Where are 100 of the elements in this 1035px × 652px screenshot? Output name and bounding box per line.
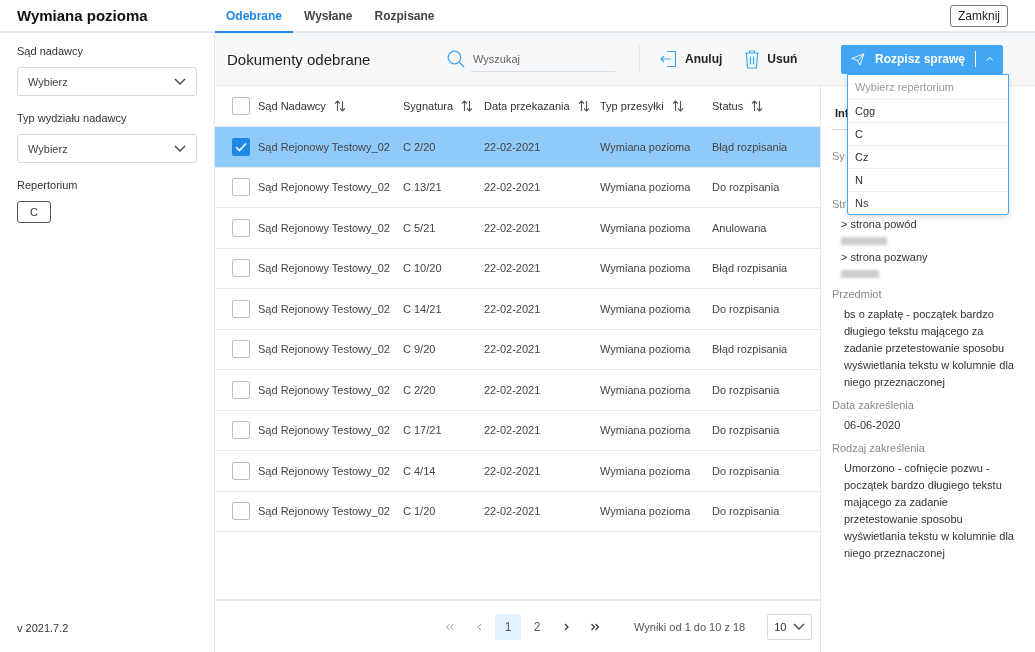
filter-label: Repertorium	[17, 179, 79, 191]
dropdown-option[interactable]: N	[848, 169, 1008, 192]
checkbox[interactable]	[232, 380, 250, 399]
sort-icon[interactable]	[671, 100, 684, 112]
table-cell: Sąd Rejonowy Testowy_02	[258, 343, 390, 356]
exit-icon	[660, 50, 678, 68]
page-title: Dokumenty odebrane	[226, 50, 372, 68]
select-field[interactable]: Wybierz	[17, 134, 197, 163]
table-cell: 22-02-2021	[484, 424, 541, 437]
checkbox[interactable]	[232, 421, 250, 440]
table-cell: 22-02-2021	[484, 383, 541, 396]
sort-icon[interactable]	[577, 100, 590, 112]
table-cell: Do rozpisania	[712, 424, 780, 437]
table-cell: Sąd Rejonowy Testowy_02	[258, 262, 390, 275]
page-size-select[interactable]: 10	[767, 613, 813, 640]
close-button[interactable]: Zamknij	[950, 4, 1008, 27]
field-label: Rodzaj zakreślenia	[832, 442, 925, 454]
table-cell: 22-02-2021	[484, 464, 541, 477]
table-cell: 22-02-2021	[484, 505, 541, 518]
checkbox[interactable]	[232, 218, 250, 237]
redacted-text	[841, 270, 879, 278]
table-cell: Wymiana pozioma	[600, 221, 691, 234]
table-cell: 22-02-2021	[484, 140, 541, 153]
table-cell: Sąd Rejonowy Testowy_02	[258, 505, 390, 518]
filter-label: Sąd nadawcy	[17, 45, 85, 57]
field-label: Sy	[832, 150, 845, 162]
checkbox[interactable]	[232, 502, 250, 521]
checkbox[interactable]	[232, 259, 250, 278]
field-value: Umorzono - cofnięcie pozwu - początek bardzo długiego tekstu mającego za zadanie przetestowanie sposobu wyświetlania tekstu w kolumnie dla niego przeznaczonej	[843, 461, 1015, 561]
checkbox[interactable]	[232, 299, 250, 318]
results-summary: Wyniki od 1 do 10 z 18	[634, 620, 746, 633]
chevron-down-icon	[793, 622, 806, 631]
column-header[interactable]: Typ przesyłki	[600, 100, 664, 112]
column-header[interactable]: Data przekazania	[484, 100, 570, 112]
table-cell: Do rozpisania	[712, 181, 780, 194]
redacted-text	[841, 237, 887, 245]
double-chevron-left-icon	[445, 622, 455, 631]
field-label: Str	[832, 198, 847, 210]
table-cell: Wymiana pozioma	[600, 505, 691, 518]
column-header[interactable]: Sąd Nadawcy	[258, 100, 326, 112]
select-field[interactable]: Wybierz	[17, 67, 197, 96]
table-cell: C 5/21	[403, 221, 436, 234]
page-button[interactable]: 2	[524, 613, 550, 640]
table-cell: Sąd Rejonowy Testowy_02	[258, 181, 390, 194]
cancel-button[interactable]: Anuluj	[660, 50, 723, 68]
tab[interactable]: Rozpisane	[363, 0, 446, 33]
table-cell: Błąd rozpisania	[712, 140, 788, 153]
version-label: v 2021.7.2	[17, 622, 70, 634]
page-button[interactable]: 1	[495, 613, 521, 640]
table-cell: Wymiana pozioma	[600, 424, 691, 437]
table-cell: Wymiana pozioma	[600, 343, 691, 356]
table-cell: Wymiana pozioma	[600, 464, 691, 477]
table-cell: 22-02-2021	[484, 181, 541, 194]
search-field[interactable]: Wyszukaj	[471, 46, 615, 72]
party-entry: > strona pozwany	[840, 250, 928, 265]
field-label: Przedmiot	[832, 288, 882, 300]
checkbox[interactable]	[232, 178, 250, 197]
column-header[interactable]: Status	[712, 100, 744, 112]
table-cell: Błąd rozpisania	[712, 262, 788, 275]
column-header[interactable]: Sygnatura	[403, 100, 454, 112]
table-cell: 22-02-2021	[484, 262, 541, 275]
sort-icon[interactable]	[461, 100, 474, 112]
chevron-right-icon	[563, 622, 569, 631]
delete-button[interactable]: Usuń	[744, 49, 798, 69]
table-cell: Wymiana pozioma	[600, 383, 691, 396]
table-cell: C 4/14	[403, 464, 436, 477]
checkbox[interactable]	[232, 461, 250, 480]
table-cell: Wymiana pozioma	[600, 302, 691, 315]
table-cell: C 10/20	[403, 262, 442, 275]
checkbox[interactable]	[232, 137, 250, 156]
dropdown-option[interactable]: Cgg	[848, 100, 1008, 123]
dropdown-option[interactable]: Ns	[848, 192, 1008, 214]
table-cell: C 17/21	[403, 424, 442, 437]
tab[interactable]: Wysłane	[293, 0, 364, 33]
table-cell: Wymiana pozioma	[600, 181, 691, 194]
table-cell: C 1/20	[403, 505, 436, 518]
double-chevron-right-icon	[590, 622, 600, 631]
table-cell: 22-02-2021	[484, 302, 541, 315]
checkbox[interactable]	[232, 97, 250, 115]
table-cell: C 9/20	[403, 343, 436, 356]
table-cell: C 2/20	[403, 140, 436, 153]
field-label: Data zakreślenia	[832, 399, 914, 411]
search-icon	[447, 50, 465, 68]
sort-icon[interactable]	[751, 100, 764, 112]
table-cell: Do rozpisania	[712, 302, 780, 315]
checkbox[interactable]	[232, 340, 250, 359]
table-cell: C 2/20	[403, 383, 436, 396]
sort-icon[interactable]	[333, 100, 346, 112]
table-cell: Sąd Rejonowy Testowy_02	[258, 221, 390, 234]
table-cell: Sąd Rejonowy Testowy_02	[258, 424, 390, 437]
table-cell: Do rozpisania	[712, 464, 780, 477]
dropdown-option[interactable]: C	[848, 123, 1008, 146]
field-value: 06-06-2020	[843, 418, 902, 433]
filter-label: Typ wydziału nadawcy	[17, 112, 128, 124]
dropdown-option[interactable]: Cz	[848, 146, 1008, 169]
filter-chip[interactable]: C	[17, 201, 51, 223]
table-cell: Błąd rozpisania	[712, 343, 788, 356]
table-cell: Sąd Rejonowy Testowy_02	[258, 302, 390, 315]
table-cell: Wymiana pozioma	[600, 140, 691, 153]
dropdown-filter-field[interactable]: Wybierz repertorium	[848, 75, 1008, 100]
